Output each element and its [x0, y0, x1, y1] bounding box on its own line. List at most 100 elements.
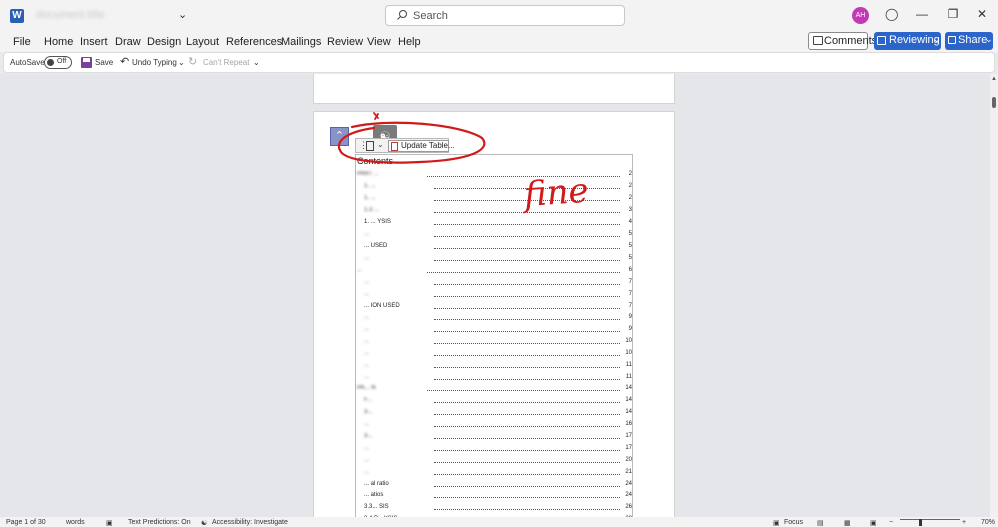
tab-mailings[interactable]: Mailings: [281, 36, 321, 48]
scroll-thumb[interactable]: [992, 97, 996, 108]
toc-entry[interactable]: 3... 17: [364, 432, 632, 441]
text-predictions[interactable]: Text Predictions: On: [128, 519, 191, 526]
toc-leader-dots: [427, 390, 620, 391]
undo-button[interactable]: Undo Typing: [132, 58, 177, 67]
toc-entry[interactable]: 3... 14: [364, 408, 632, 417]
paragraph-handle-icon[interactable]: ⌃: [330, 127, 349, 146]
toc-entry[interactable]: ... 10: [364, 337, 632, 346]
tab-file[interactable]: File: [13, 36, 31, 48]
zoom-in-icon[interactable]: +: [962, 519, 966, 526]
toc-entry[interactable]: ... 10: [364, 349, 632, 358]
tab-design[interactable]: Design: [147, 36, 181, 48]
print-layout-icon[interactable]: ▦: [844, 519, 851, 527]
focus-button[interactable]: Focus: [784, 519, 803, 526]
page-previous[interactable]: [313, 74, 675, 104]
toc-page-number: 24: [625, 492, 632, 498]
undo-icon[interactable]: ↶: [120, 55, 129, 68]
proofing-icon[interactable]: ▣: [106, 519, 113, 527]
toc-page-number: 10: [625, 338, 632, 344]
accessibility-status[interactable]: Accessibility: Investigate: [212, 519, 288, 526]
zoom-out-icon[interactable]: −: [889, 519, 893, 526]
toc-page-number: 2: [628, 195, 632, 201]
word-count[interactable]: words: [66, 519, 85, 526]
reviewing-button[interactable]: Reviewing ⌄: [874, 32, 941, 50]
tab-insert[interactable]: Insert: [80, 36, 108, 48]
toc-entry[interactable]: PART ... 2: [357, 170, 632, 179]
save-icon[interactable]: [81, 57, 92, 68]
toc-entry[interactable]: ... USED 5: [364, 242, 632, 251]
zoom-slider[interactable]: [900, 519, 960, 520]
toc-entry[interactable]: F... 14: [364, 396, 632, 405]
toc-entry[interactable]: 1.3 ... 3: [364, 206, 632, 215]
toc-entry[interactable]: ... 7: [364, 290, 632, 299]
accessibility-icon[interactable]: ☯: [201, 519, 207, 527]
tab-help[interactable]: Help: [398, 36, 421, 48]
focus-icon[interactable]: ▣: [773, 519, 780, 527]
tab-home[interactable]: Home: [44, 36, 73, 48]
tab-references[interactable]: References: [226, 36, 282, 48]
toc-entry[interactable]: ... 21: [364, 468, 632, 477]
zoom-level[interactable]: 70%: [981, 519, 995, 526]
document-icon[interactable]: [366, 141, 374, 151]
toc-entry[interactable]: ... ION USED 7: [364, 302, 632, 311]
undo-dropdown-icon[interactable]: ⌄: [178, 58, 185, 67]
vertical-scrollbar[interactable]: ▲: [990, 74, 998, 517]
chevron-down-icon[interactable]: ⌄: [178, 8, 187, 21]
tab-layout[interactable]: Layout: [186, 36, 219, 48]
toc-entry[interactable]: 1. ... 2: [364, 182, 632, 191]
toc-entry-text: 1. ... YSIS: [364, 219, 391, 225]
toc-page-number: 7: [628, 303, 632, 309]
toc-entry[interactable]: ... 11: [364, 361, 632, 370]
web-layout-icon[interactable]: ▣: [870, 519, 877, 527]
toc-leader-dots: [434, 343, 620, 344]
lightbulb-icon[interactable]: ◯: [885, 7, 898, 21]
tab-draw[interactable]: Draw: [115, 36, 141, 48]
toc-entry[interactable]: ... 16: [364, 420, 632, 429]
update-table-button[interactable]: Update Table...: [388, 140, 455, 152]
toc-entry[interactable]: ... 7: [364, 278, 632, 287]
toc-entry[interactable]: ... 9: [364, 325, 632, 334]
avatar[interactable]: AH: [852, 7, 869, 24]
document-canvas[interactable]: ⌃ ☯ ⋮ ⌄ Update Table... Contents PART ..…: [0, 74, 990, 517]
toc-entry[interactable]: 1. ... YSIS 4: [364, 218, 632, 227]
toc-entry[interactable]: ... atios 24: [364, 491, 632, 500]
toc-heading: Contents: [357, 156, 394, 166]
tab-review[interactable]: Review: [327, 36, 363, 48]
read-mode-icon[interactable]: ▤: [817, 519, 824, 527]
customize-toolbar-icon[interactable]: ⌄: [253, 58, 260, 67]
toc-entry[interactable]: ... 5: [364, 254, 632, 263]
toc-leader-dots: [434, 224, 620, 225]
toc-entry[interactable]: ... 6: [357, 266, 632, 275]
toc-entry[interactable]: ... 17: [364, 444, 632, 453]
toc-entry[interactable]: PA... N 14: [357, 384, 632, 393]
chevron-down-icon[interactable]: ⌄: [377, 140, 384, 149]
toc-entry[interactable]: ... 20: [364, 456, 632, 465]
save-button[interactable]: Save: [95, 58, 113, 67]
toc-entry[interactable]: 3.3... SIS 26: [364, 503, 632, 512]
close-icon[interactable]: ✕: [974, 6, 990, 22]
zoom-slider-thumb[interactable]: [919, 519, 922, 526]
comments-button[interactable]: Comments: [808, 32, 877, 50]
autosave-toggle[interactable]: Off: [44, 56, 72, 69]
toc-page-number: 16: [625, 421, 632, 427]
share-label: Share: [958, 34, 988, 46]
share-button[interactable]: Share ⌄: [945, 32, 993, 50]
toc-entry[interactable]: ... 5: [364, 230, 632, 239]
toc-entry[interactable]: ... 11: [364, 373, 632, 382]
search-box[interactable]: Search: [385, 5, 625, 26]
toc-entry[interactable]: 1. ... 2: [364, 194, 632, 203]
toc-entry-text: ...: [364, 421, 370, 427]
toc-page-number: 21: [625, 469, 632, 475]
toc-entry[interactable]: ... al ratio 24: [364, 480, 632, 489]
toc-entry[interactable]: ... 9: [364, 313, 632, 322]
toc-entry-text: ...: [364, 362, 370, 368]
scroll-up-icon[interactable]: ▲: [991, 76, 997, 82]
minimize-icon[interactable]: —: [914, 6, 930, 22]
toc-page-number: 11: [625, 374, 632, 380]
page-indicator[interactable]: Page 1 of 30: [6, 519, 46, 526]
toc-page-number: 2: [628, 171, 632, 177]
toc-leader-dots: [434, 236, 620, 237]
restore-icon[interactable]: ❐: [945, 6, 961, 22]
tab-view[interactable]: View: [367, 36, 391, 48]
document-title[interactable]: document title: [36, 9, 176, 21]
